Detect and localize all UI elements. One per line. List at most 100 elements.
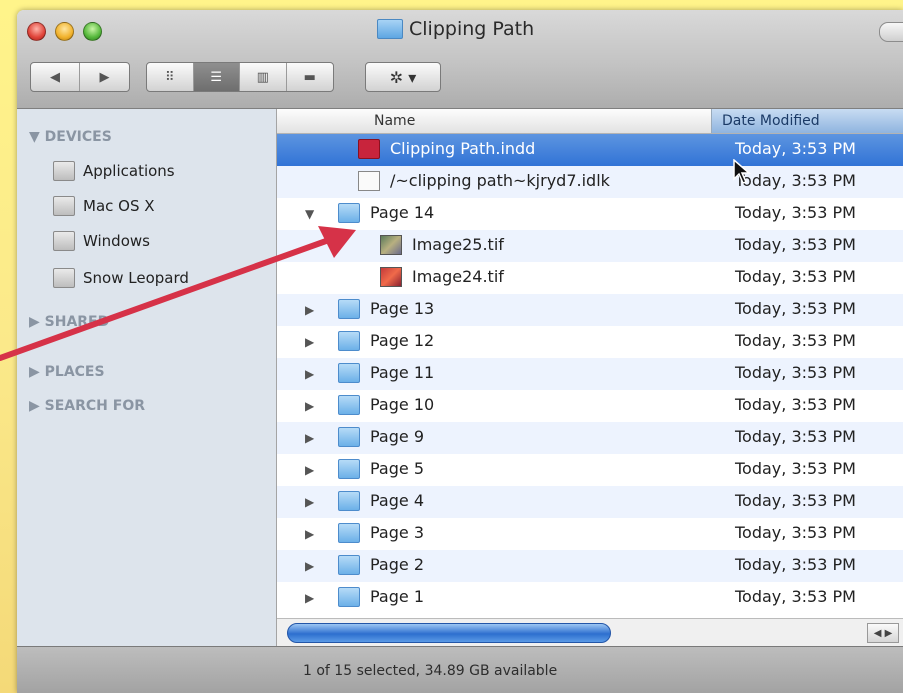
- file-name: Image24.tif: [412, 267, 504, 286]
- folder-icon: [338, 299, 360, 319]
- hard-drive-icon: [53, 161, 75, 181]
- disclosure-closed-icon[interactable]: ▶: [305, 303, 314, 317]
- disclosure-closed-icon[interactable]: ▶: [305, 399, 314, 413]
- file-row[interactable]: ▶ Page 9 Today, 3:53 PM: [277, 422, 903, 454]
- folder-icon: [338, 331, 360, 351]
- file-date-modified: Today, 3:53 PM: [735, 427, 856, 446]
- folder-icon: [377, 19, 403, 39]
- scrollbar-thumb[interactable]: [287, 623, 611, 643]
- sidebar-section-shared[interactable]: ▶ SHARED: [29, 314, 109, 330]
- finder-window: Clipping Path ◀ ▶ ⠿ ☰ ▥ ▬ ✲ ▾ ▼ DEVICES …: [17, 10, 903, 693]
- file-row[interactable]: ▶ Page 11 Today, 3:53 PM: [277, 358, 903, 390]
- column-header: Name Date Modified: [277, 109, 903, 134]
- scroll-arrows-icon: ◀ ▶: [873, 627, 893, 639]
- folder-icon: [338, 363, 360, 383]
- close-window-button[interactable]: [27, 22, 46, 41]
- file-list: Name Date Modified Clipping Path.indd Tod…: [277, 109, 903, 646]
- scroll-arrows[interactable]: ◀ ▶: [867, 623, 899, 643]
- file-name: Page 14: [370, 203, 435, 222]
- sidebar-item-label: Applications: [83, 162, 175, 180]
- sidebar-section-devices[interactable]: ▼ DEVICES: [29, 129, 112, 145]
- disclosure-closed-icon[interactable]: ▶: [305, 591, 314, 605]
- disclosure-closed-icon[interactable]: ▶: [305, 495, 314, 509]
- column-view-button[interactable]: ▥: [240, 63, 287, 91]
- folder-icon: [338, 427, 360, 447]
- file-row[interactable]: ▶ Page 3 Today, 3:53 PM: [277, 518, 903, 550]
- date-modified-column-header[interactable]: Date Modified: [711, 109, 903, 133]
- file-date-modified: Today, 3:53 PM: [735, 299, 856, 318]
- file-name: Clipping Path.indd: [390, 139, 536, 158]
- file-date-modified: Today, 3:53 PM: [735, 139, 856, 158]
- name-column-header[interactable]: Name: [374, 113, 415, 129]
- indesign-file-icon: [358, 139, 380, 159]
- image-file-icon: [380, 267, 402, 287]
- disclosure-closed-icon[interactable]: ▶: [305, 367, 314, 381]
- sidebar-item-label: Windows: [83, 232, 150, 250]
- horizontal-scrollbar[interactable]: ◀ ▶: [277, 618, 903, 646]
- file-row[interactable]: ▶ Page 10 Today, 3:53 PM: [277, 390, 903, 422]
- file-row[interactable]: /~clipping path~kjryd7.idlk Today, 3:53 P…: [277, 166, 903, 198]
- sidebar-item-snow-leopard[interactable]: Snow Leopard: [53, 266, 189, 290]
- file-row[interactable]: ▶ Page 1 Today, 3:53 PM: [277, 582, 903, 614]
- file-date-modified: Today, 3:53 PM: [735, 331, 856, 350]
- file-date-modified: Today, 3:53 PM: [735, 523, 856, 542]
- file-name: Page 11: [370, 363, 435, 382]
- status-bar: 1 of 15 selected, 34.89 GB available: [17, 646, 903, 693]
- forward-button[interactable]: ▶: [80, 63, 129, 91]
- icon-view-icon: ⠿: [164, 69, 175, 85]
- hard-drive-icon: [53, 231, 75, 251]
- file-row[interactable]: ▶ Page 12 Today, 3:53 PM: [277, 326, 903, 358]
- coverflow-view-button[interactable]: ▬: [287, 63, 333, 91]
- file-date-modified: Today, 3:53 PM: [735, 267, 856, 286]
- list-view-button[interactable]: ☰: [193, 63, 240, 91]
- file-name: Page 1: [370, 587, 424, 606]
- sidebar-item-windows[interactable]: Windows: [53, 229, 150, 253]
- window-title: Clipping Path: [377, 14, 534, 44]
- file-date-modified: Today, 3:53 PM: [735, 491, 856, 510]
- file-date-modified: Today, 3:53 PM: [735, 203, 856, 222]
- image-file-icon: [380, 235, 402, 255]
- forward-arrow-icon: ▶: [99, 69, 110, 85]
- file-row[interactable]: Image25.tif Today, 3:53 PM: [277, 230, 903, 262]
- icon-view-button[interactable]: ⠿: [147, 63, 194, 91]
- file-name: Page 13: [370, 299, 435, 318]
- folder-icon: [338, 203, 360, 223]
- folder-icon: [338, 523, 360, 543]
- disclosure-closed-icon[interactable]: ▶: [305, 559, 314, 573]
- back-button[interactable]: ◀: [31, 63, 81, 91]
- file-row[interactable]: ▶ Page 2 Today, 3:53 PM: [277, 550, 903, 582]
- file-date-modified: Today, 3:53 PM: [735, 171, 856, 190]
- mouse-cursor-icon: [733, 159, 752, 184]
- action-menu-button[interactable]: ✲ ▾: [365, 62, 441, 92]
- sidebar-section-places[interactable]: ▶ PLACES: [29, 364, 105, 380]
- file-name: Image25.tif: [412, 235, 504, 254]
- file-row[interactable]: Clipping Path.indd Today, 3:53 PM: [277, 134, 903, 166]
- disclosure-closed-icon[interactable]: ▶: [305, 463, 314, 477]
- file-row[interactable]: ▶ Page 4 Today, 3:53 PM: [277, 486, 903, 518]
- lock-file-icon: [358, 171, 380, 191]
- disclosure-open-icon[interactable]: ▼: [305, 207, 314, 221]
- back-arrow-icon: ◀: [50, 69, 60, 85]
- sidebar-item-mac-os-x[interactable]: Mac OS X: [53, 194, 155, 218]
- toolbar-toggle-button[interactable]: [879, 22, 903, 42]
- file-date-modified: Today, 3:53 PM: [735, 459, 856, 478]
- coverflow-view-icon: ▬: [303, 69, 316, 85]
- gear-icon: ✲ ▾: [389, 67, 417, 87]
- file-row[interactable]: ▶ Page 13 Today, 3:53 PM: [277, 294, 903, 326]
- sidebar-section-search-for[interactable]: ▶ SEARCH FOR: [29, 398, 145, 414]
- file-date-modified: Today, 3:53 PM: [735, 395, 856, 414]
- zoom-window-button[interactable]: [83, 22, 102, 41]
- file-row[interactable]: ▼ Page 14 Today, 3:53 PM: [277, 198, 903, 230]
- file-date-modified: Today, 3:53 PM: [735, 555, 856, 574]
- folder-icon: [338, 395, 360, 415]
- folder-icon: [338, 459, 360, 479]
- file-date-modified: Today, 3:53 PM: [735, 587, 856, 606]
- title-bar: Clipping Path ◀ ▶ ⠿ ☰ ▥ ▬ ✲ ▾: [17, 10, 903, 109]
- file-row[interactable]: ▶ Page 5 Today, 3:53 PM: [277, 454, 903, 486]
- disclosure-closed-icon[interactable]: ▶: [305, 335, 314, 349]
- disclosure-closed-icon[interactable]: ▶: [305, 431, 314, 445]
- disclosure-closed-icon[interactable]: ▶: [305, 527, 314, 541]
- minimize-window-button[interactable]: [55, 22, 74, 41]
- sidebar-item-applications[interactable]: Applications: [53, 159, 175, 183]
- file-row[interactable]: Image24.tif Today, 3:53 PM: [277, 262, 903, 294]
